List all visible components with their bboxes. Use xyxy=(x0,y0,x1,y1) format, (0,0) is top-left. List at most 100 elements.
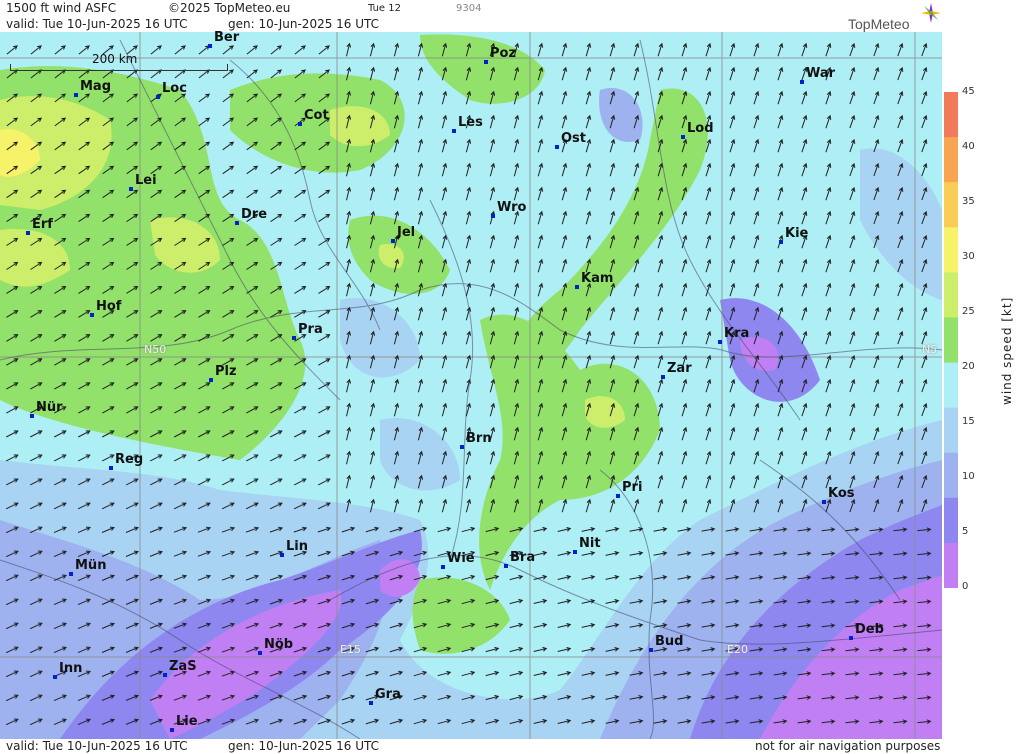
legend-swatch xyxy=(944,272,958,318)
city-marker-hof xyxy=(90,313,94,317)
footer-gen-time: gen: 10-Jun-2025 16 UTC xyxy=(228,739,380,753)
city-label-wie[interactable]: Wie xyxy=(447,551,475,566)
city-label-pra[interactable]: Pra xyxy=(298,322,323,337)
city-marker-ost xyxy=(555,145,559,149)
disclaimer: not for air navigation purposes xyxy=(755,739,941,753)
map-title: 1500 ft wind ASFC xyxy=(6,1,117,15)
city-marker-lie xyxy=(170,728,174,732)
legend-tick: 0 xyxy=(962,581,969,592)
legend-swatch xyxy=(944,542,958,588)
city-label-wro[interactable]: Wro xyxy=(497,200,526,215)
legend-tick: 15 xyxy=(962,416,975,427)
legend-swatch xyxy=(944,407,958,454)
city-label-les[interactable]: Les xyxy=(458,115,483,130)
city-label-lin[interactable]: Lin xyxy=(286,539,308,554)
legend-colorbar xyxy=(944,92,958,588)
city-label-bud[interactable]: Bud xyxy=(655,634,683,649)
city-label-jel[interactable]: Jel xyxy=(397,225,415,240)
city-label-hof[interactable]: Hof xyxy=(96,299,121,314)
legend-tick: 25 xyxy=(962,306,975,317)
lat-label-n50: N50 xyxy=(144,343,167,356)
city-marker-ber xyxy=(208,44,212,48)
valid-time: valid: Tue 10-Jun-2025 16 UTC xyxy=(6,17,188,31)
city-marker-zas xyxy=(163,673,167,677)
city-marker-mun xyxy=(69,572,73,576)
legend-tick: 40 xyxy=(962,141,975,152)
city-marker-bud xyxy=(649,648,653,652)
city-marker-kie xyxy=(779,240,783,244)
compass-logo-icon xyxy=(921,3,941,23)
city-label-kam[interactable]: Kam xyxy=(581,271,613,286)
city-label-nit[interactable]: Nit xyxy=(579,536,601,551)
city-label-lod[interactable]: Lod xyxy=(687,121,714,136)
wind-map[interactable] xyxy=(0,32,942,739)
day-tab[interactable]: Tue 12 xyxy=(368,3,401,14)
legend-swatch xyxy=(944,92,958,138)
city-marker-deb xyxy=(849,636,853,640)
city-label-loc[interactable]: Loc xyxy=(162,81,187,96)
city-marker-pra xyxy=(292,336,296,340)
city-label-nob[interactable]: Nöb xyxy=(264,637,293,652)
city-marker-bra xyxy=(504,564,508,568)
city-label-deb[interactable]: Deb xyxy=(855,622,884,637)
legend-tick: 30 xyxy=(962,251,975,262)
legend-tick: 20 xyxy=(962,361,975,372)
city-label-erf[interactable]: Erf xyxy=(32,217,53,232)
legend-swatch xyxy=(944,182,958,228)
city-label-gra[interactable]: Gra xyxy=(375,687,401,702)
city-label-zar[interactable]: Zar xyxy=(667,361,692,376)
city-marker-reg xyxy=(109,466,113,470)
city-marker-brn xyxy=(460,445,464,449)
city-label-lei[interactable]: Lei xyxy=(135,173,157,188)
legend-tick: 35 xyxy=(962,196,975,207)
city-marker-kos xyxy=(822,500,826,504)
scale-label: 200 km xyxy=(92,52,138,66)
legend-swatch xyxy=(944,317,958,364)
lon-label-e20: E20 xyxy=(727,643,748,656)
city-label-kie[interactable]: Kie xyxy=(785,226,808,241)
city-label-cot[interactable]: Cot xyxy=(304,108,329,123)
city-marker-mag xyxy=(74,93,78,97)
legend-swatch xyxy=(944,227,958,273)
city-marker-lei xyxy=(129,187,133,191)
legend-unit: wind speed [kt] xyxy=(1000,296,1014,405)
city-marker-jel xyxy=(391,239,395,243)
city-label-brn[interactable]: Brn xyxy=(466,431,492,446)
city-marker-war xyxy=(800,80,804,84)
city-marker-inn xyxy=(53,675,57,679)
city-label-poz[interactable]: Poz xyxy=(490,46,516,61)
lon-label-e15: E15 xyxy=(340,643,361,656)
city-marker-lin xyxy=(280,553,284,557)
legend-tick: 10 xyxy=(962,471,975,482)
city-label-dre[interactable]: Dre xyxy=(241,207,267,222)
city-marker-wie xyxy=(441,565,445,569)
city-label-pri[interactable]: Pri xyxy=(622,480,642,495)
city-label-zas[interactable]: ZaS xyxy=(169,659,197,674)
city-marker-cot xyxy=(298,122,302,126)
city-label-war[interactable]: War xyxy=(806,66,835,81)
city-label-bra[interactable]: Bra xyxy=(510,550,535,565)
city-marker-erf xyxy=(26,231,30,235)
city-label-inn[interactable]: Inn xyxy=(59,661,82,676)
city-label-lie[interactable]: Lie xyxy=(176,714,198,729)
city-label-reg[interactable]: Reg xyxy=(115,452,143,467)
copyright: ©2025 TopMeteo.eu xyxy=(168,1,291,15)
city-label-mag[interactable]: Mag xyxy=(80,79,111,94)
legend-swatch xyxy=(944,497,958,544)
city-marker-poz xyxy=(484,60,488,64)
city-label-plz[interactable]: Plz xyxy=(215,364,237,379)
legend-tick: 5 xyxy=(962,526,969,537)
legend-tick: 45 xyxy=(962,86,975,97)
city-marker-nit xyxy=(573,550,577,554)
city-label-kra[interactable]: Kra xyxy=(724,326,749,341)
footer-valid-time: valid: Tue 10-Jun-2025 16 UTC xyxy=(6,739,188,753)
city-label-kos[interactable]: Kos xyxy=(828,486,855,501)
city-label-nur[interactable]: Nür xyxy=(36,400,63,415)
city-marker-loc xyxy=(156,95,160,99)
city-marker-kam xyxy=(575,285,579,289)
city-label-ost[interactable]: Ost xyxy=(561,131,586,146)
city-label-mun[interactable]: Mün xyxy=(75,558,106,573)
map-code: 9304 xyxy=(456,3,482,14)
city-label-ber[interactable]: Ber xyxy=(214,30,239,45)
city-marker-wro xyxy=(491,214,495,218)
